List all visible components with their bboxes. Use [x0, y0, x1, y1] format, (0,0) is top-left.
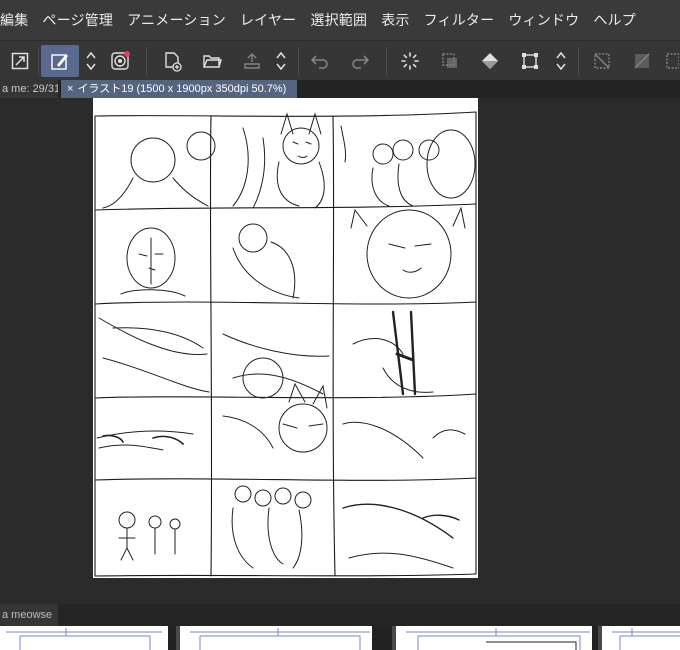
color-target-icon [111, 51, 130, 70]
page-thumbnail[interactable] [598, 626, 680, 650]
menu-selection[interactable]: 選択範囲 [303, 10, 374, 30]
menu-page-management[interactable]: ページ管理 [35, 10, 120, 30]
toolbar-separator [298, 47, 299, 75]
page-thumbnail[interactable] [0, 626, 168, 650]
close-tab-icon[interactable]: × [67, 83, 73, 95]
save-button[interactable] [236, 45, 268, 77]
menu-bar: 編集 ページ管理 アニメーション レイヤー 選択範囲 表示 フィルター ウィンド… [0, 0, 680, 40]
page-thumbnail[interactable] [176, 626, 372, 650]
toolbar-separator [386, 47, 387, 75]
transform-icon [522, 53, 538, 69]
document-tabs: a me: 29/31 × イラスト19 (1500 x 1900px 350dp… [0, 80, 680, 98]
tab-label: a meowse [2, 609, 53, 621]
thumbnail-guide-lines [406, 628, 590, 650]
canvas-page[interactable] [93, 98, 478, 578]
loading-spinner-icon [401, 52, 419, 70]
transform-button[interactable] [514, 45, 546, 77]
undo-button[interactable] [304, 45, 336, 77]
invert-selection-icon [634, 53, 650, 69]
selection-tool-icon [666, 53, 679, 69]
menu-window[interactable]: ウィンドウ [501, 10, 586, 30]
canvas-area[interactable] [0, 98, 680, 604]
open-folder-icon [203, 55, 222, 68]
spinner-up-down-icon [276, 51, 286, 71]
color-target-button[interactable] [104, 45, 136, 77]
thumbnail-guide-lines [612, 628, 680, 650]
page-thumbnail[interactable] [392, 626, 592, 650]
fill-bucket-icon [482, 53, 498, 69]
fit-canvas-button[interactable] [4, 45, 36, 77]
menu-view[interactable]: 表示 [374, 10, 416, 30]
more-button[interactable] [664, 45, 680, 77]
menu-animation[interactable]: アニメーション [120, 10, 233, 30]
menu-layer[interactable]: レイヤー [233, 10, 303, 30]
menu-edit[interactable]: 編集 [0, 10, 35, 30]
loading-button[interactable] [394, 45, 426, 77]
tab-page-manager[interactable]: a meowse [0, 604, 58, 626]
redo-button[interactable] [344, 45, 376, 77]
toolbar [0, 40, 680, 80]
tab-previous-document[interactable]: a me: 29/31 [0, 80, 58, 98]
tab-label: イラスト19 (1500 x 1900px 350dpi 50.7%) [77, 83, 287, 95]
bottom-panel-tabs: a meowse [0, 604, 680, 626]
new-page-icon [165, 52, 182, 72]
spinner-button[interactable] [552, 45, 570, 77]
spinner-button[interactable] [272, 45, 290, 77]
deselect-icon [594, 53, 610, 69]
deselect-button[interactable] [586, 45, 618, 77]
spinner-button[interactable] [82, 45, 100, 77]
tab-label: a me: 29/31 [2, 83, 58, 95]
invert-selection-button[interactable] [626, 45, 658, 77]
spinner-up-down-icon [556, 51, 566, 71]
redo-icon [352, 55, 370, 69]
copy-layer-icon [442, 53, 457, 68]
tab-current-document[interactable]: × イラスト19 (1500 x 1900px 350dpi 50.7%) [61, 80, 297, 98]
new-page-button[interactable] [156, 45, 188, 77]
menu-filter[interactable]: フィルター [417, 10, 502, 30]
pen-pressure-button[interactable] [41, 45, 79, 77]
thumbnail-guide-lines [190, 628, 370, 650]
thumbnail-guide-lines [6, 628, 162, 650]
fit-canvas-icon [11, 52, 29, 70]
storyboard-sketch [94, 111, 477, 577]
page-thumbnail-strip [0, 626, 680, 650]
spinner-up-down-icon [86, 51, 96, 71]
fill-bucket-button[interactable] [474, 45, 506, 77]
undo-icon [310, 55, 328, 69]
pen-pressure-icon [51, 54, 68, 70]
toolbar-separator [38, 47, 39, 75]
copy-layer-button[interactable] [434, 45, 466, 77]
toolbar-separator [146, 47, 147, 75]
toolbar-separator [578, 47, 579, 75]
menu-help[interactable]: ヘルプ [586, 10, 643, 30]
open-folder-button[interactable] [196, 45, 228, 77]
save-upload-icon [244, 53, 260, 69]
